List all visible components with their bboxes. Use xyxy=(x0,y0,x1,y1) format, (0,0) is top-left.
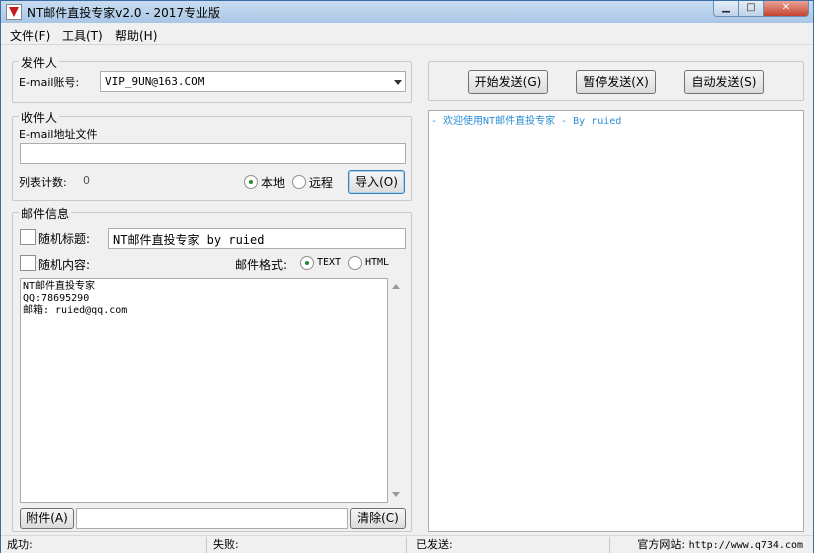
random-content-checkbox[interactable] xyxy=(20,255,36,271)
app-icon xyxy=(6,4,22,20)
menu-help[interactable]: 帮助(H) xyxy=(115,27,157,44)
menu-file[interactable]: 文件(F) xyxy=(10,27,50,44)
list-count-label: 列表计数: xyxy=(19,176,67,189)
mail-body-textarea[interactable]: NT邮件直投专家 QQ:78695290 邮箱: ruied@qq.com xyxy=(20,278,388,503)
mail-info-group: 邮件信息 随机标题: NT邮件直投专家 by ruied 随机内容: 邮件格式:… xyxy=(12,205,412,532)
mail-body-line: 邮箱: ruied@qq.com xyxy=(23,305,128,316)
title-bar: NT邮件直投专家v2.0 - 2017专业版 ▁ □ ✕ xyxy=(1,1,813,23)
clear-button[interactable]: 清除(C) xyxy=(350,508,406,529)
source-local-radio[interactable] xyxy=(244,175,258,189)
scroll-up-icon[interactable] xyxy=(392,284,400,289)
import-button[interactable]: 导入(O) xyxy=(348,170,405,194)
list-count-value: 0 xyxy=(83,174,90,187)
auto-send-button[interactable]: 自动发送(S) xyxy=(684,70,764,94)
main-window: NT邮件直投专家v2.0 - 2017专业版 ▁ □ ✕ 文件(F) 工具(T)… xyxy=(0,0,814,553)
subject-input[interactable]: NT邮件直投专家 by ruied xyxy=(108,228,406,249)
website-link[interactable]: http://www.q734.com xyxy=(689,540,803,551)
random-content-label: 随机内容: xyxy=(38,258,91,272)
status-website: 官方网站: http://www.q734.com xyxy=(610,537,813,553)
minimize-button[interactable]: ▁ xyxy=(713,1,739,17)
status-fail: 失败: xyxy=(207,537,407,553)
scroll-down-icon[interactable] xyxy=(392,492,400,497)
maximize-button[interactable]: □ xyxy=(738,1,764,17)
email-account-label: E-mail账号: xyxy=(19,76,80,89)
mail-info-legend: 邮件信息 xyxy=(19,205,72,222)
sender-legend: 发件人 xyxy=(19,54,60,71)
address-file-input[interactable] xyxy=(20,143,406,164)
random-subject-checkbox[interactable] xyxy=(20,229,36,245)
mail-body-scrollbar[interactable] xyxy=(388,278,404,503)
format-text-radio[interactable] xyxy=(300,256,314,270)
email-account-combo[interactable]: VIP_9UN@163.COM xyxy=(100,71,406,92)
website-label: 官方网站: xyxy=(637,538,686,551)
recipient-group: 收件人 E-mail地址文件 列表计数: 0 本地 远程 导入(O) xyxy=(12,109,412,201)
status-bar: 成功: 失败: 已发送: 官方网站: http://www.q734.com xyxy=(1,535,813,553)
source-remote-radio[interactable] xyxy=(292,175,306,189)
format-html-radio[interactable] xyxy=(348,256,362,270)
pause-send-button[interactable]: 暂停发送(X) xyxy=(576,70,656,94)
log-line: - 欢迎使用NT邮件直投专家 - By ruied xyxy=(431,116,622,127)
status-sent: 已发送: xyxy=(410,537,610,553)
start-send-button[interactable]: 开始发送(G) xyxy=(468,70,548,94)
action-group: 开始发送(G) 暂停发送(X) 自动发送(S) xyxy=(428,61,804,101)
mail-body-line: QQ:78695290 xyxy=(23,293,90,304)
menu-bar: 文件(F) 工具(T) 帮助(H) xyxy=(1,24,813,45)
log-panel[interactable]: - 欢迎使用NT邮件直投专家 - By ruied xyxy=(428,110,804,532)
source-local-label[interactable]: 本地 xyxy=(261,174,285,191)
status-success: 成功: xyxy=(1,537,207,553)
format-text-label[interactable]: TEXT xyxy=(317,257,341,268)
random-subject-label: 随机标题: xyxy=(38,232,91,246)
close-button[interactable]: ✕ xyxy=(763,1,809,17)
menu-tools[interactable]: 工具(T) xyxy=(62,27,103,44)
source-remote-label[interactable]: 远程 xyxy=(309,174,333,191)
chevron-down-icon[interactable] xyxy=(394,80,402,85)
email-account-value: VIP_9UN@163.COM xyxy=(105,75,205,88)
format-html-label[interactable]: HTML xyxy=(365,257,389,268)
address-file-label: E-mail地址文件 xyxy=(19,128,98,141)
recipient-legend: 收件人 xyxy=(19,109,60,126)
attachment-input[interactable] xyxy=(76,508,348,529)
mail-format-label: 邮件格式: xyxy=(235,258,288,272)
window-title: NT邮件直投专家v2.0 - 2017专业版 xyxy=(27,6,220,20)
attach-button[interactable]: 附件(A) xyxy=(20,508,74,529)
sender-group: 发件人 E-mail账号: VIP_9UN@163.COM xyxy=(12,54,412,103)
mail-body-line: NT邮件直投专家 xyxy=(23,281,96,292)
